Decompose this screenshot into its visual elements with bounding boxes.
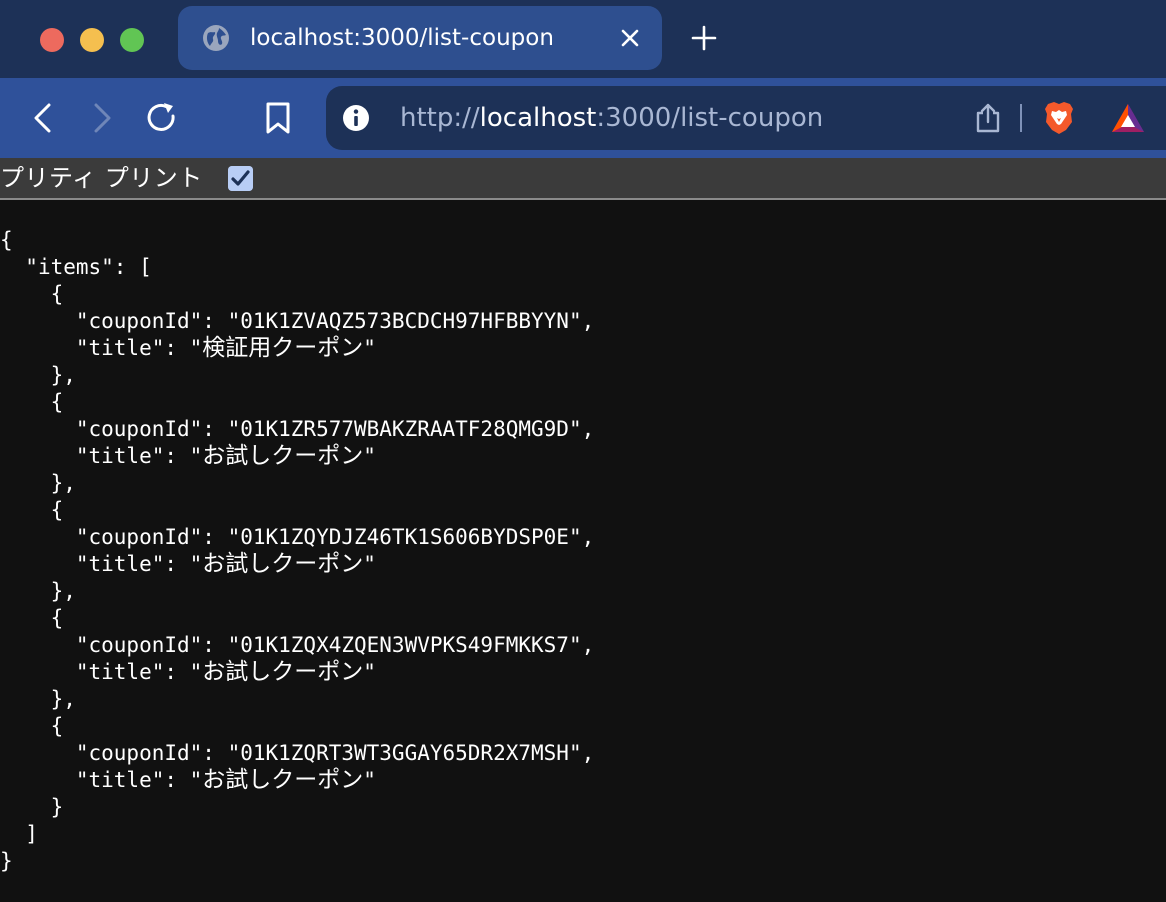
json-title-line: "title": "お試しクーポン" <box>0 443 376 469</box>
new-tab-icon[interactable] <box>690 24 718 52</box>
bookmark-icon[interactable] <box>260 100 296 136</box>
json-close-brace: } <box>0 849 13 873</box>
url-text[interactable]: http://localhost:3000/list-coupon <box>400 86 823 150</box>
json-item-close: }, <box>0 579 76 603</box>
json-item-close: } <box>0 795 64 819</box>
json-item-open: { <box>0 390 64 414</box>
json-open-brace: { <box>0 228 13 252</box>
json-item-close: }, <box>0 363 76 387</box>
coupon-title-value: お試しクーポン <box>202 659 364 685</box>
minimize-window-button[interactable] <box>80 28 104 52</box>
zoom-window-button[interactable] <box>120 28 144 52</box>
json-viewer: { "items": [ { "couponId": "01K1ZVAQZ573… <box>0 227 1166 875</box>
coupon-id-value: 01K1ZVAQZ573BCDCH97HFBBYYN <box>240 309 569 333</box>
json-item-open: { <box>0 606 64 630</box>
json-title-line: "title": "お試しクーポン" <box>0 551 376 577</box>
pretty-print-checkbox[interactable] <box>228 166 253 191</box>
pretty-print-bar: プリティ プリント <box>0 158 1166 200</box>
json-array-close: ] <box>0 822 38 846</box>
json-item-close: }, <box>0 687 76 711</box>
json-title-line: "title": "お試しクーポン" <box>0 659 376 685</box>
globe-icon <box>203 25 229 51</box>
share-icon[interactable] <box>974 102 1002 134</box>
brave-rewards-icon[interactable] <box>1110 102 1146 134</box>
json-coupon-id-line: "couponId": "01K1ZR577WBAKZRAATF28QMG9D"… <box>0 417 595 441</box>
close-window-button[interactable] <box>40 28 64 52</box>
brave-shields-icon[interactable] <box>1042 100 1076 136</box>
json-items-key: "items": [ <box>0 255 152 279</box>
url-path: :3000/list-coupon <box>596 103 824 133</box>
coupon-title-value: お試しクーポン <box>202 443 364 469</box>
json-item-close: }, <box>0 471 76 495</box>
address-bar[interactable]: http://localhost:3000/list-coupon <box>326 86 1166 150</box>
tab-bar: localhost:3000/list-coupon <box>0 0 1166 78</box>
coupon-id-value: 01K1ZQX4ZQEN3WVPKS49FMKKS7 <box>240 633 569 657</box>
json-item-open: { <box>0 714 64 738</box>
pretty-print-label: プリティ プリント <box>0 164 203 192</box>
coupon-id-value: 01K1ZR577WBAKZRAATF28QMG9D <box>240 417 569 441</box>
back-icon[interactable] <box>26 100 62 136</box>
json-coupon-id-line: "couponId": "01K1ZVAQZ573BCDCH97HFBBYYN"… <box>0 309 595 333</box>
toolbar-divider <box>1020 104 1022 132</box>
json-item-open: { <box>0 498 64 522</box>
forward-icon[interactable] <box>84 100 120 136</box>
json-coupon-id-line: "couponId": "01K1ZQYDJZ46TK1S606BYDSP0E"… <box>0 525 595 549</box>
json-item-open: { <box>0 282 64 306</box>
coupon-id-value: 01K1ZQRT3WT3GGAY65DR2X7MSH <box>240 741 569 765</box>
json-coupon-id-line: "couponId": "01K1ZQRT3WT3GGAY65DR2X7MSH"… <box>0 741 595 765</box>
json-coupon-id-line: "couponId": "01K1ZQX4ZQEN3WVPKS49FMKKS7"… <box>0 633 595 657</box>
json-title-line: "title": "検証用クーポン" <box>0 335 376 361</box>
json-key-items: items <box>37 255 102 279</box>
coupon-title-value: お試しクーポン <box>202 551 364 577</box>
coupon-id-value: 01K1ZQYDJZ46TK1S606BYDSP0E <box>240 525 569 549</box>
tab-title: localhost:3000/list-coupon <box>250 25 554 51</box>
info-icon[interactable] <box>342 104 370 132</box>
json-title-line: "title": "お試しクーポン" <box>0 767 376 793</box>
active-tab[interactable]: localhost:3000/list-coupon <box>178 6 662 70</box>
coupon-title-value: お試しクーポン <box>202 767 364 793</box>
coupon-title-value: 検証用クーポン <box>202 335 364 361</box>
close-tab-icon[interactable] <box>618 26 642 50</box>
url-host: localhost <box>479 103 597 133</box>
reload-icon[interactable] <box>144 100 180 136</box>
url-scheme: http:// <box>400 103 480 133</box>
browser-toolbar: http://localhost:3000/list-coupon <box>0 78 1166 158</box>
